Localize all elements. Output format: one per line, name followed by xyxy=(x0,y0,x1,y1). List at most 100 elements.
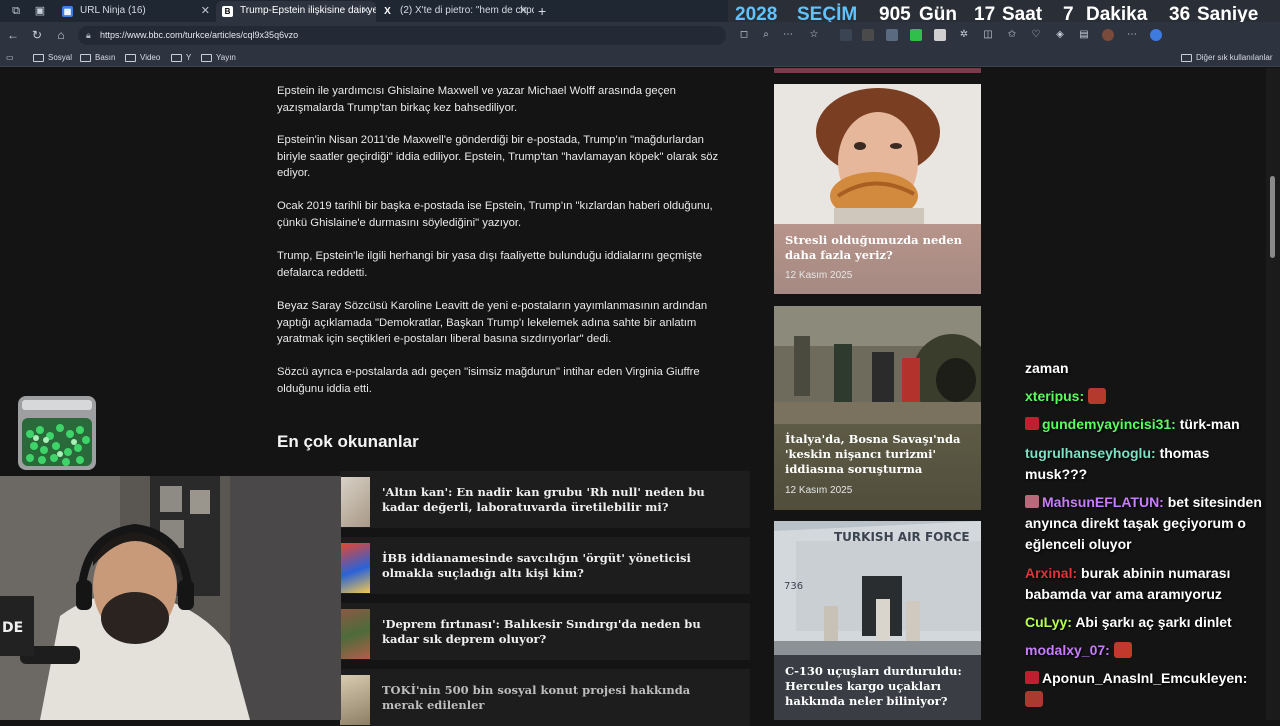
back-icon[interactable]: ← xyxy=(6,28,20,42)
url-text: https://www.bbc.com/turkce/articles/cql9… xyxy=(100,30,299,40)
downloads-icon[interactable]: ▤ xyxy=(1078,29,1090,41)
more-icon[interactable]: ⋯ xyxy=(782,29,794,41)
workspaces-icon[interactable]: ⧉ xyxy=(8,3,24,19)
chat-username: CuLyy: xyxy=(1025,614,1072,630)
close-icon[interactable]: ✕ xyxy=(519,1,528,21)
bookmark-folder[interactable]: Basın xyxy=(80,51,115,65)
favorites-icon[interactable]: ✩ xyxy=(1006,29,1018,41)
bookmark-label: Video xyxy=(140,53,161,62)
subscriber-badge-icon xyxy=(1025,495,1039,508)
card-title[interactable]: Stresli olduğumuzda neden daha fazla yer… xyxy=(785,233,975,263)
folder-icon xyxy=(125,54,136,62)
scroll-thumb[interactable] xyxy=(1270,176,1275,258)
article-paragraph: Epstein ile yardımcısı Ghislaine Maxwell… xyxy=(277,85,676,114)
related-card[interactable]: Stresli olduğumuzda neden daha fazla yer… xyxy=(774,84,981,294)
chat-username: xteripus: xyxy=(1025,388,1085,404)
refresh-icon[interactable]: ↻ xyxy=(30,28,44,42)
reading-list-icon[interactable]: ▭ xyxy=(6,51,14,65)
chat-text: türk-man xyxy=(1179,416,1240,432)
tab-bbc-article[interactable]: B Trump-Epstein ilişkisine dair yeni ✕ xyxy=(216,1,376,22)
related-card[interactable]: TURKISH AIR FORCE 736 C-130 uçuşları dur… xyxy=(774,521,981,720)
extension-icon[interactable]: ◻ xyxy=(738,29,750,41)
card-image-woman-croissant xyxy=(774,84,981,224)
most-read-title[interactable]: TOKİ'nin 500 bin sosyal konut projesi ha… xyxy=(382,683,732,713)
close-icon[interactable]: ✕ xyxy=(361,1,370,21)
folder-icon xyxy=(33,54,44,62)
card-body: İtalya'da, Bosna Savaşı'nda 'keskin nişa… xyxy=(774,424,981,510)
tab-actions-icon[interactable]: ▣ xyxy=(32,3,48,19)
folder-icon xyxy=(171,54,182,62)
most-read-item[interactable]: 'Deprem fırtınası': Balıkesir Sındırgı'd… xyxy=(340,603,750,660)
chat-message: modalxy_07: xyxy=(1025,640,1265,661)
chat-text: zaman xyxy=(1025,360,1069,376)
settings-more-icon[interactable]: ⋯ xyxy=(1126,29,1138,41)
other-bookmarks[interactable]: Diğer sık kullanılanlar xyxy=(1181,51,1272,65)
tab-title: (2) X'te di pietro: "hem de chpden xyxy=(400,5,534,16)
article-paragraph: Beyaz Saray Sözcüsü Karoline Leavitt de … xyxy=(277,300,708,345)
bookmark-label: Yayın xyxy=(216,53,236,62)
x-icon: X xyxy=(384,6,391,17)
extension-icon[interactable] xyxy=(934,29,946,41)
new-tab-icon[interactable]: + xyxy=(538,2,546,20)
card-title[interactable]: İtalya'da, Bosna Savaşı'nda 'keskin nişa… xyxy=(785,432,975,477)
browser-essentials-icon[interactable]: ◈ xyxy=(1054,29,1066,41)
close-icon[interactable]: ✕ xyxy=(201,1,210,21)
tab-url-ninja[interactable]: ▦ URL Ninja (16) ✕ xyxy=(56,1,216,22)
puzzle-icon[interactable]: ✲ xyxy=(958,29,970,41)
bookmark-folder[interactable]: Video xyxy=(125,51,160,65)
article-thumbnail xyxy=(340,477,370,527)
chat-message: tugrulhanseyhoglu: thomas musk??? xyxy=(1025,443,1265,485)
lock-icon: 🔒︎ xyxy=(86,30,91,40)
chat-username: tugrulhanseyhoglu: xyxy=(1025,445,1156,461)
most-read-item[interactable]: 'Altın kan': En nadir kan grubu 'Rh null… xyxy=(340,471,750,528)
article-thumbnail xyxy=(340,675,370,725)
home-icon[interactable]: ⌂ xyxy=(54,28,68,42)
extension-icon[interactable] xyxy=(886,29,898,41)
copilot-icon[interactable] xyxy=(1150,29,1162,41)
bbc-icon: B xyxy=(222,6,233,17)
most-read-title[interactable]: 'Deprem fırtınası': Balıkesir Sındırgı'd… xyxy=(382,617,732,647)
article-thumbnail xyxy=(340,609,370,659)
most-read-item[interactable]: TOKİ'nin 500 bin sosyal konut projesi ha… xyxy=(340,669,750,726)
chat-username: Aponun_AnasInI_Emcukleyen: xyxy=(1042,670,1248,686)
card-image-number: 736 xyxy=(784,581,803,592)
tab-x-post[interactable]: X (2) X'te di pietro: "hem de chpden ✕ xyxy=(376,1,534,22)
zoom-icon[interactable]: ⌕ xyxy=(760,29,772,41)
card-title[interactable]: C-130 uçuşları durduruldu: Hercules karg… xyxy=(785,664,975,709)
profile-avatar[interactable] xyxy=(1102,29,1114,41)
folder-icon xyxy=(201,54,212,62)
bookmark-label: Basın xyxy=(95,53,116,62)
collections-icon[interactable]: ♡ xyxy=(1030,29,1042,41)
card-date: 12 Kasım 2025 xyxy=(785,270,853,281)
bookmark-folder[interactable]: Y xyxy=(171,51,191,65)
tab-title: Trump-Epstein ilişkisine dair yeni xyxy=(240,5,376,16)
bookmark-folder[interactable]: Sosyal xyxy=(33,51,72,65)
extension-icon[interactable] xyxy=(910,29,922,41)
split-screen-icon[interactable]: ◫ xyxy=(982,29,994,41)
article-paragraph: Trump, Epstein'le ilgili herhangi bir ya… xyxy=(277,250,702,279)
favorite-star-icon[interactable]: ☆ xyxy=(808,29,820,41)
card-image-bosnia-war xyxy=(774,306,981,424)
bookmark-label: Y xyxy=(186,53,192,62)
marble-jar-widget xyxy=(18,396,96,470)
chat-message: CuLyy: Abi şarkı aç şarkı dinlet xyxy=(1025,612,1265,633)
most-read-item[interactable]: İBB iddianamesinde savcılığın 'örgüt' yö… xyxy=(340,537,750,594)
bookmark-folder[interactable]: Yayın xyxy=(201,51,236,65)
most-read-title[interactable]: 'Altın kan': En nadir kan grubu 'Rh null… xyxy=(382,485,732,515)
card-date: 12 Kasım 2025 xyxy=(785,485,853,496)
tab-title: URL Ninja (16) xyxy=(80,5,146,16)
card-edge xyxy=(774,68,981,73)
subscriber-badge-icon xyxy=(1025,417,1039,430)
most-read-heading: En çok okunanlar xyxy=(277,432,419,451)
chat-message: Arxinal: burak abinin numarası babamda v… xyxy=(1025,563,1265,605)
most-read-title[interactable]: İBB iddianamesinde savcılığın 'örgüt' yö… xyxy=(382,551,732,581)
chat-message: xteripus: xyxy=(1025,386,1265,407)
extension-icon[interactable] xyxy=(840,29,852,41)
extension-icon[interactable] xyxy=(862,29,874,41)
card-body: Stresli olduğumuzda neden daha fazla yer… xyxy=(774,224,981,294)
bookmarks-bar: ▭ Sosyal Basın Video Y Yayın Diğer sık k… xyxy=(0,49,1280,67)
page-scrollbar[interactable] xyxy=(1266,68,1280,720)
related-card[interactable]: İtalya'da, Bosna Savaşı'nda 'keskin nişa… xyxy=(774,306,981,510)
chat-emote-icon xyxy=(1088,388,1107,404)
address-bar[interactable]: 🔒︎ https://www.bbc.com/turkce/articles/c… xyxy=(78,26,726,45)
